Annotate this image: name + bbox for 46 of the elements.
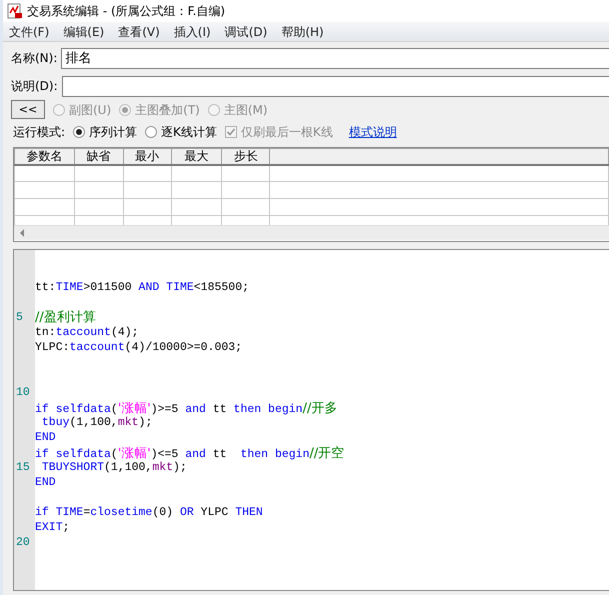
- code-line: if selfdata('涨幅')<=5 and tt then begin//开空: [35, 448, 344, 461]
- app-icon: [7, 3, 23, 19]
- code-line: tbuy(1,100,mkt);: [40, 416, 152, 429]
- checkbox-label: 仅刷最后一根K线: [240, 124, 333, 141]
- menu-item[interactable]: 插入(I): [174, 22, 211, 40]
- radio-button[interactable]: [73, 126, 86, 138]
- code-line: tt:TIME>011500 AND TIME<185500;: [35, 281, 249, 294]
- code-line: if TIME=closetime(0) OR YLPC THEN: [35, 506, 263, 519]
- column-header[interactable]: 参数名: [14, 148, 74, 164]
- radio-button[interactable]: [145, 126, 158, 138]
- name-field[interactable]: 排名: [61, 48, 609, 68]
- line-number: 20: [16, 536, 30, 549]
- line-number: 15: [16, 461, 30, 474]
- scroll-left-arrow-icon[interactable]: [19, 229, 25, 237]
- window-title: 交易系统编辑 - (所属公式组：F.自编): [27, 3, 226, 20]
- menu-item[interactable]: 调试(D): [224, 22, 268, 40]
- radio-label: 序列计算: [89, 124, 138, 141]
- run-mode-label: 运行模式:: [13, 124, 66, 141]
- code-line: //盈利计算: [35, 312, 96, 325]
- column-header[interactable]: 最大: [171, 148, 222, 164]
- code-line: if selfdata('涨幅')>=5 and tt then begin//开多: [35, 403, 338, 416]
- column-header[interactable]: 步长: [222, 148, 270, 164]
- menu-item[interactable]: 查看(V): [118, 22, 160, 40]
- radio-label: 副图(U): [69, 102, 112, 118]
- field-label: 说明(D):: [11, 78, 58, 95]
- collapse-button[interactable]: <<: [11, 100, 45, 119]
- horizontal-scrollbar[interactable]: [14, 225, 609, 240]
- mode-help-link[interactable]: 模式说明: [348, 123, 397, 141]
- code-line: tn:taccount(4);: [35, 326, 139, 339]
- column-header[interactable]: 缺省: [74, 148, 124, 164]
- menu-item[interactable]: 文件(F): [9, 22, 50, 40]
- radio-label: 主图叠加(T): [135, 102, 200, 118]
- radio-label: 逐K线计算: [161, 124, 217, 141]
- code-line: END: [35, 431, 56, 444]
- field-label: 名称(N):: [11, 50, 58, 67]
- radio-label: 主图(M): [224, 102, 268, 118]
- menu-item[interactable]: 帮助(H): [281, 22, 324, 40]
- line-number: 5: [16, 311, 23, 324]
- code-line: EXIT;: [35, 521, 70, 534]
- description-field[interactable]: [62, 76, 609, 96]
- menu-item[interactable]: 编辑(E): [63, 22, 104, 40]
- code-line: YLPC:taccount(4)/10000>=0.003;: [35, 341, 242, 354]
- code-line: TBUYSHORT(1,100,mkt);: [40, 461, 187, 474]
- code-line: END: [35, 476, 56, 489]
- column-header[interactable]: 最小: [123, 148, 172, 164]
- line-number: 10: [16, 386, 30, 399]
